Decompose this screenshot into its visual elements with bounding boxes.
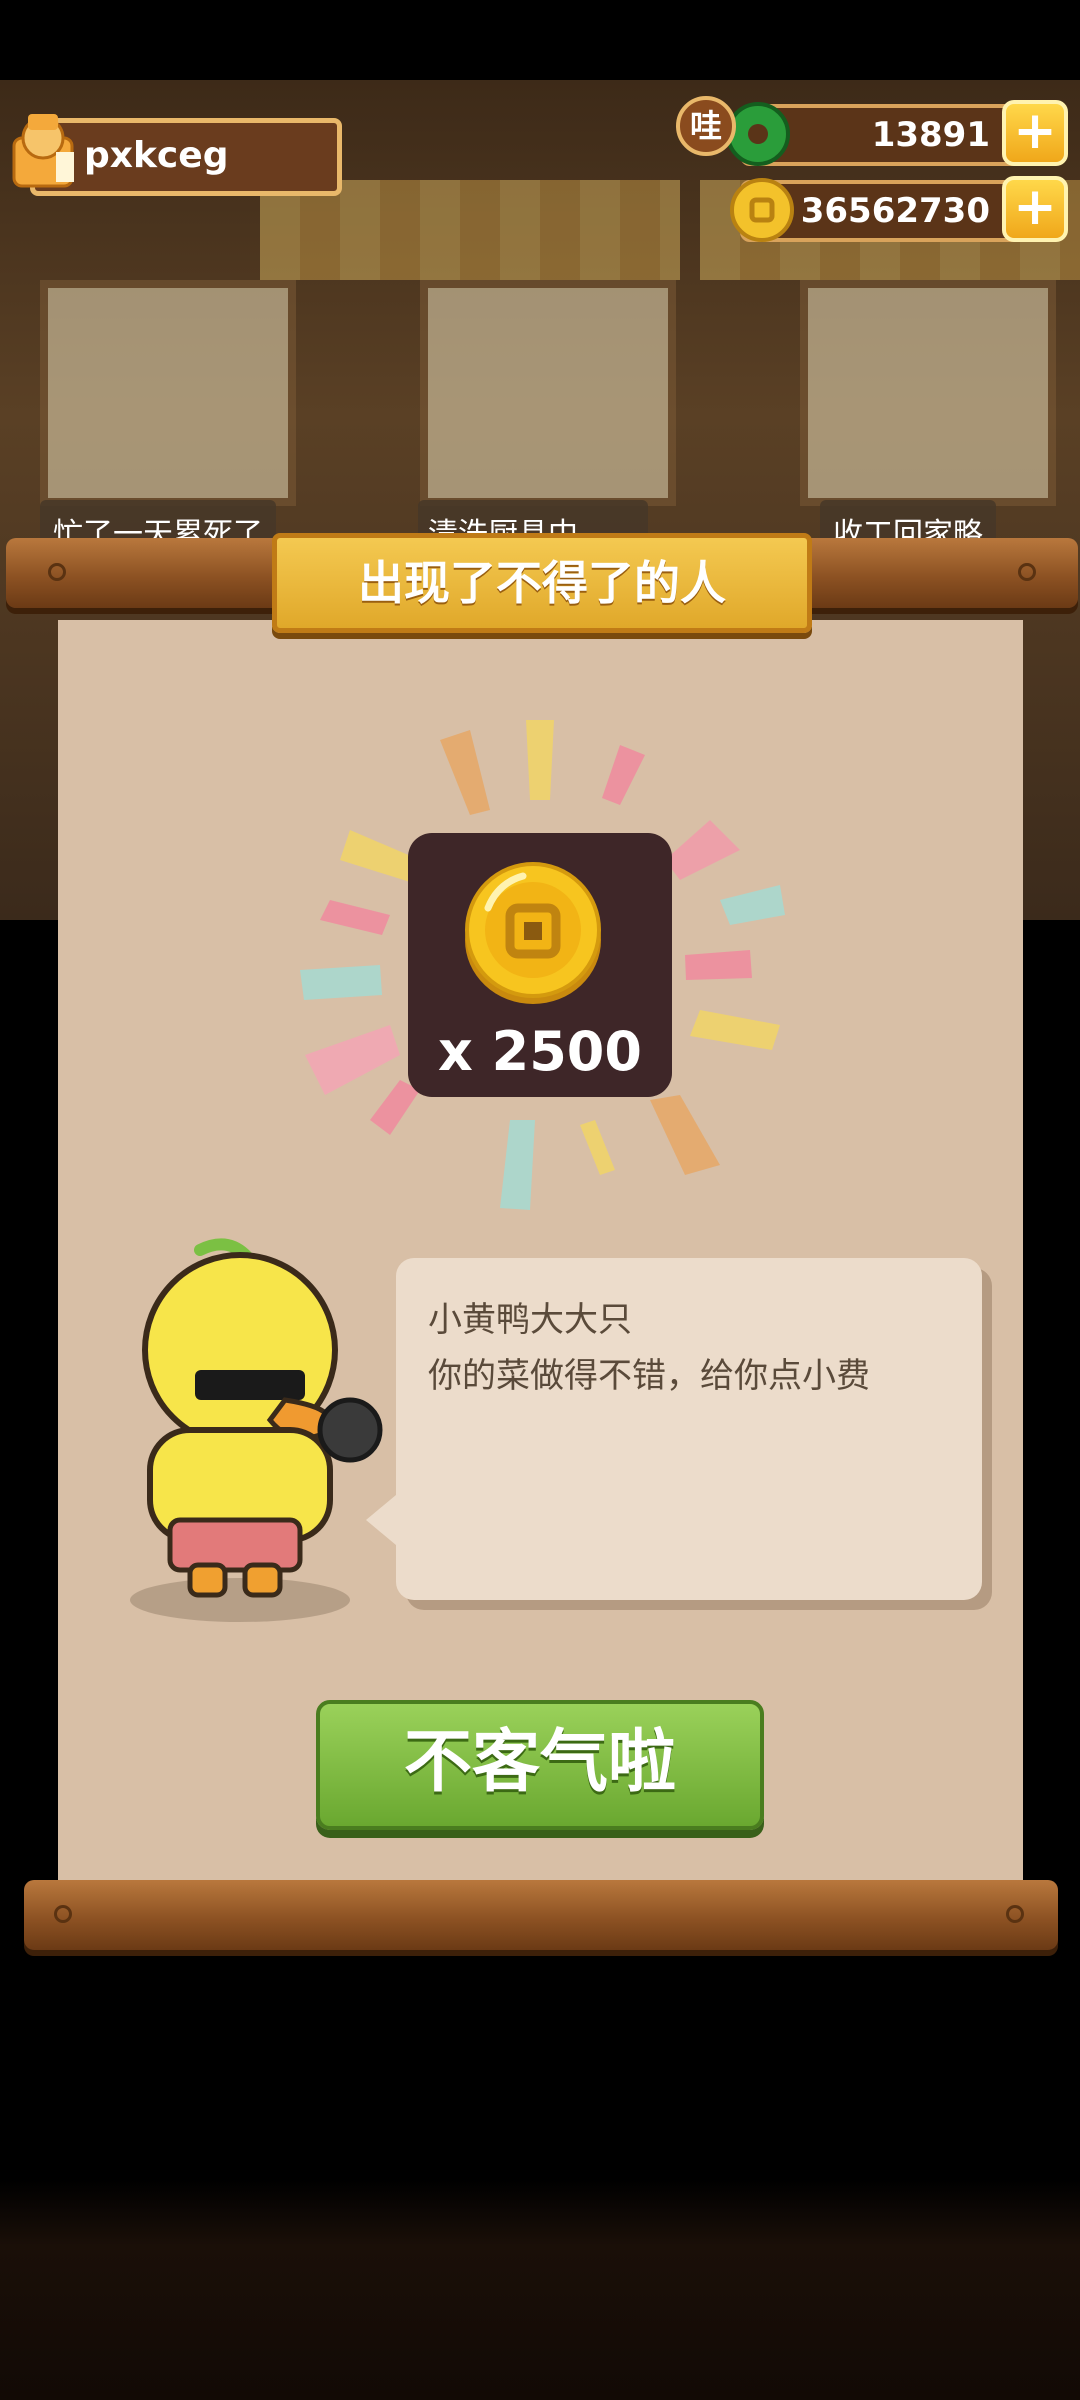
add-jade-button[interactable]: + xyxy=(1002,100,1068,166)
nail-icon xyxy=(54,1905,72,1923)
scroll-bottom-rod xyxy=(24,1880,1058,1950)
bottom-shade xyxy=(0,2180,1080,2400)
chef-avatar-icon[interactable] xyxy=(6,108,80,198)
nail-icon xyxy=(48,563,66,581)
speech-tail xyxy=(366,1490,402,1550)
coin-amount: 36562730 xyxy=(800,191,990,231)
nail-icon xyxy=(1018,563,1036,581)
copper-coin-icon xyxy=(465,862,601,1004)
confirm-button[interactable]: 不客气啦 xyxy=(316,1700,764,1830)
dialog-title: 出现了不得了的人 xyxy=(358,556,726,610)
shop-window xyxy=(420,280,676,506)
jade-amount: 13891 xyxy=(871,115,990,155)
reward-amount: x 2500 xyxy=(438,1020,642,1083)
nail-icon xyxy=(1006,1905,1024,1923)
username: pxkceg xyxy=(84,135,229,176)
yellow-duck-character xyxy=(130,1238,383,1622)
speaker-message: 你的菜做得不错，给你点小费 xyxy=(428,1356,870,1396)
shop-window xyxy=(40,280,296,506)
shop-window xyxy=(800,280,1056,506)
coin-icon xyxy=(730,178,794,242)
jade-badge: 哇 xyxy=(676,96,736,156)
add-coin-button[interactable]: + xyxy=(1002,176,1068,242)
speaker-name: 小黄鸭大大只 xyxy=(428,1300,632,1340)
